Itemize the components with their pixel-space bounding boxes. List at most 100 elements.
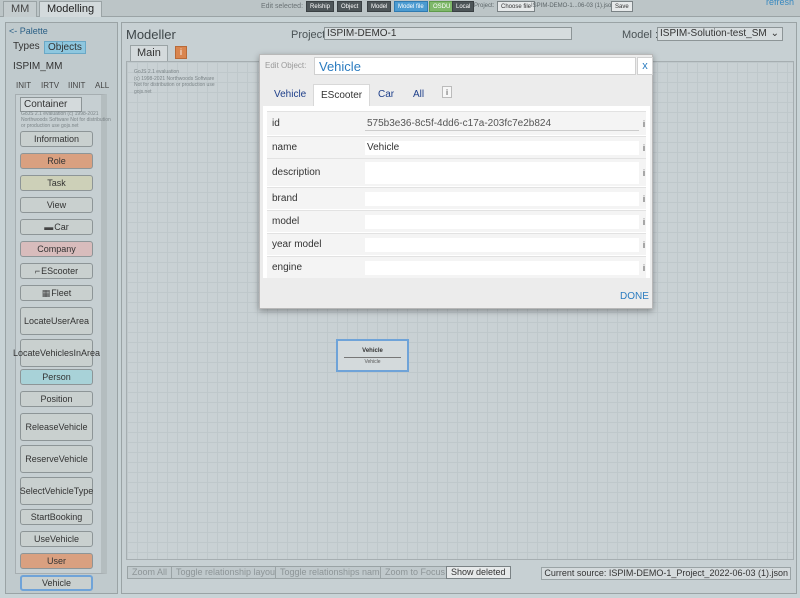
property-input[interactable]: Vehicle <box>365 141 639 155</box>
top-bar: MM Modelling Edit selected: Relship Obje… <box>0 0 800 17</box>
filter-iinit[interactable]: IINIT <box>68 81 85 90</box>
palette-item-label: Vehicle <box>41 578 72 588</box>
local-button[interactable]: Local <box>452 1 475 12</box>
palette-item[interactable]: Role <box>20 153 93 169</box>
property-info-button[interactable]: i <box>643 143 645 153</box>
property-row: name Vehicle i <box>267 136 646 158</box>
palette-item[interactable]: User <box>20 553 93 569</box>
fleet-icon: ▦ <box>41 288 51 298</box>
properties-panel: id 575b3e36-8c5f-4dd6-c17a-203fc7e2b824 i n… <box>263 106 650 278</box>
palette-item[interactable]: Task <box>20 175 93 191</box>
property-input[interactable] <box>365 261 639 275</box>
property-info-button[interactable]: i <box>643 119 645 129</box>
property-info-button[interactable]: i <box>643 217 645 227</box>
property-info-button[interactable]: i <box>643 240 645 250</box>
palette-item-label: Car <box>54 222 69 232</box>
tab-modelling[interactable]: Modelling <box>39 1 103 17</box>
project-input[interactable]: ISPIM-DEMO-1 <box>324 27 572 40</box>
object-tab-escooter[interactable]: EScooter <box>313 84 371 107</box>
choose-file-button[interactable]: Choose file <box>497 1 536 12</box>
palette-container[interactable]: Container <box>20 97 82 112</box>
eval-line: Not for distribution or production use <box>134 82 215 88</box>
palette-item[interactable]: LocateUserArea <box>20 307 93 335</box>
palette-item[interactable]: ReserveVehicle <box>20 445 93 473</box>
filter-irtv[interactable]: IRTV <box>41 81 59 90</box>
relship-button[interactable]: Relship <box>306 1 335 12</box>
palette-item-label: StartBooking <box>30 512 83 522</box>
palette-item-label: UseVehicle <box>33 534 80 544</box>
palette-item-label: Company <box>37 244 76 254</box>
property-info-button[interactable]: i <box>643 194 645 204</box>
palette-item[interactable]: Information <box>20 131 93 147</box>
model-select[interactable]: ISPIM-Solution-test_SM ⌄ <box>657 27 783 41</box>
palette-item[interactable]: View <box>20 197 93 213</box>
palette-item[interactable]: Position <box>20 391 93 407</box>
model-file-button[interactable]: Model file <box>394 1 428 12</box>
tab-main[interactable]: Main <box>130 45 168 61</box>
palette-item[interactable]: ▦ Fleet <box>20 285 93 301</box>
refresh-link[interactable]: refresh <box>766 0 794 7</box>
toggle-relationships-name-button[interactable]: Toggle relationships name <box>275 566 390 579</box>
zoom-all-button[interactable]: Zoom All <box>127 566 173 579</box>
palette-item[interactable]: ⌐ EScooter <box>20 263 93 279</box>
palette-item[interactable]: SelectVehicleType <box>20 477 93 505</box>
palette-toggle[interactable]: <- Palette <box>9 26 48 36</box>
palette-item[interactable]: Person <box>20 369 93 385</box>
info-button[interactable]: i <box>175 46 187 59</box>
save-button[interactable]: Save <box>611 1 633 12</box>
property-info-button[interactable]: i <box>643 168 645 178</box>
palette-item[interactable]: ▬ Car <box>20 219 93 235</box>
filter-init[interactable]: INIT <box>16 81 31 90</box>
property-label: id <box>272 118 280 129</box>
toggle-relationship-layout-button[interactable]: Toggle relationship layout <box>171 566 283 579</box>
palette-item-label: EScooter <box>41 266 79 276</box>
palette-item[interactable]: ReleaseVehicle <box>20 413 93 441</box>
property-input[interactable] <box>365 192 639 206</box>
property-row: year model i <box>267 233 646 255</box>
palette-item-label: LocateUserArea <box>23 316 90 326</box>
palette-item-label: User <box>46 556 66 566</box>
car-icon: ▬ <box>44 222 54 232</box>
palette-item-label: Fleet <box>51 288 72 298</box>
property-input[interactable] <box>365 215 639 229</box>
property-label: year model <box>272 239 322 250</box>
current-source: Current source: ISPIM-DEMO-1_Project_202… <box>541 567 791 580</box>
property-label: model <box>272 216 300 227</box>
object-button[interactable]: Object <box>337 1 363 12</box>
palette-item-label: SelectVehicleType <box>19 486 94 496</box>
palette-item-label: ReleaseVehicle <box>25 422 88 432</box>
palette-item[interactable]: UseVehicle <box>20 531 93 547</box>
vehicle-node[interactable]: Vehicle Vehicle <box>336 339 409 372</box>
dialog-header: Edit Object: Vehicle x <box>260 55 653 77</box>
palette-item[interactable]: StartBooking <box>20 509 93 525</box>
osdu-button[interactable]: OSDU <box>429 1 455 12</box>
palette-tab-objects[interactable]: Objects <box>44 41 86 54</box>
filter-all[interactable]: ALL <box>95 81 109 90</box>
tabs-info-button[interactable]: i <box>442 86 452 98</box>
palette-item-label: Task <box>47 178 66 188</box>
object-tab-vehicle[interactable]: Vehicle <box>267 84 313 106</box>
object-tab-all[interactable]: All <box>406 84 431 106</box>
property-info-button[interactable]: i <box>643 263 645 273</box>
tab-mm[interactable]: MM <box>3 1 38 17</box>
property-row: brand i <box>267 187 646 209</box>
palette-item-label: Person <box>42 372 71 382</box>
dialog-header-label: Edit Object: <box>265 61 307 70</box>
palette-item[interactable]: Vehicle <box>20 575 93 591</box>
palette-tab-types[interactable]: Types <box>10 41 43 54</box>
done-button[interactable]: DONE <box>620 291 649 302</box>
palette-item[interactable]: LocateVehiclesInArea <box>13 339 100 367</box>
zoom-to-focus-button[interactable]: Zoom to Focus <box>380 566 451 579</box>
dialog-title: Vehicle <box>314 57 636 75</box>
model-button[interactable]: Model <box>367 1 392 12</box>
node-divider <box>344 357 401 358</box>
palette-item[interactable]: Company <box>20 241 93 257</box>
property-label: description <box>272 167 321 178</box>
property-input[interactable] <box>365 238 639 252</box>
edit-selected-label: Edit selected: <box>261 3 304 10</box>
property-row: engine i <box>267 256 646 278</box>
property-input[interactable] <box>365 162 639 184</box>
show-deleted-button[interactable]: Show deleted <box>446 566 511 579</box>
object-tab-car[interactable]: Car <box>371 84 401 106</box>
close-icon[interactable]: x <box>637 57 653 75</box>
